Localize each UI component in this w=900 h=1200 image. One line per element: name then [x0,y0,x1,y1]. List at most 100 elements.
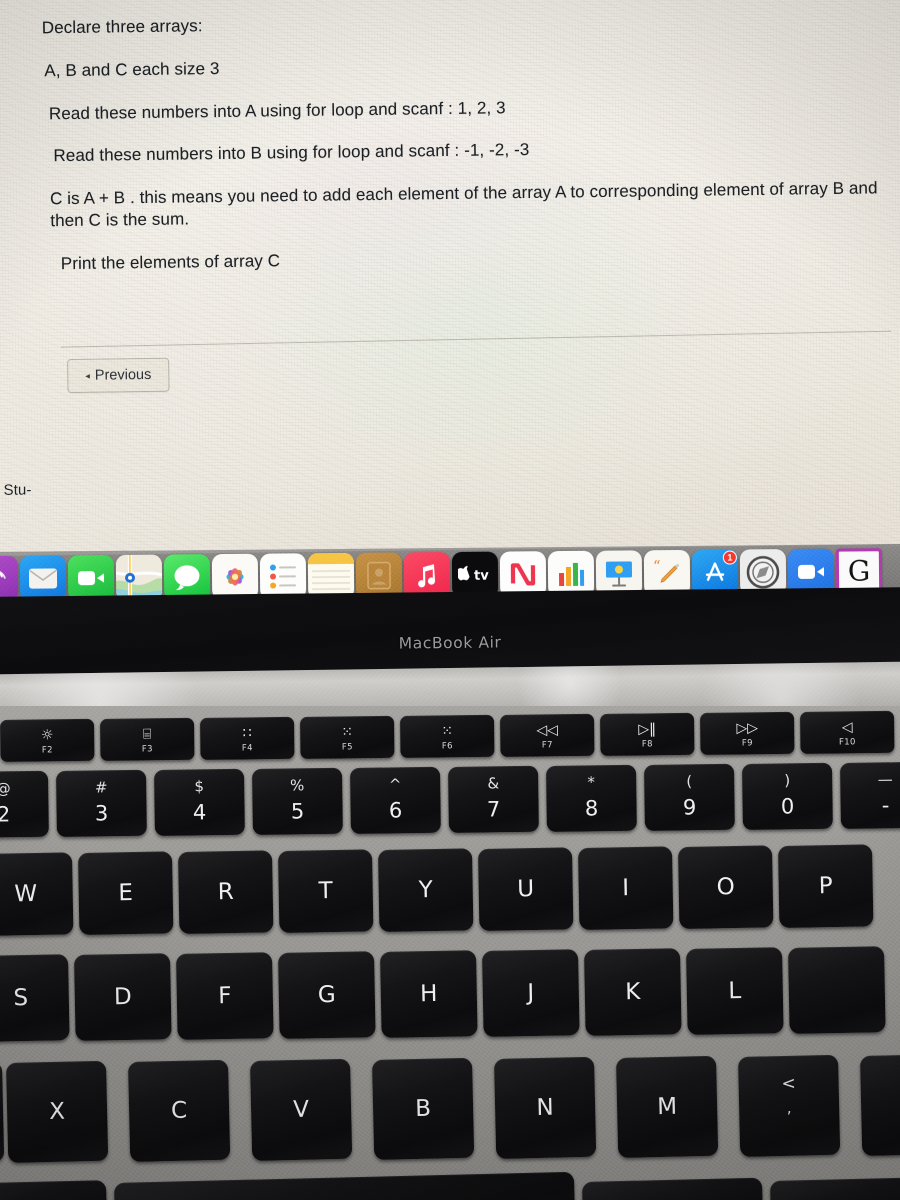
key-i[interactable]: I [578,846,674,930]
key-partial-4[interactable] [770,1177,900,1200]
contacts-icon [367,561,391,589]
key-5[interactable]: % 5 [252,767,343,835]
key-comma[interactable]: < , [738,1054,841,1157]
key-b-label: B [414,1095,432,1122]
mail-icon [28,567,58,589]
dock-item-reminders[interactable] [259,552,307,600]
key-k-label: K [625,978,641,1005]
key-0[interactable]: ) 0 [742,762,833,830]
key-3-shift-label: # [94,778,108,797]
key-partial-2[interactable] [114,1171,576,1200]
dock-item-contacts[interactable] [355,551,403,599]
key-f-label: F [217,982,232,1009]
key-8[interactable]: * 8 [546,764,637,832]
assignment-line-1: Declare three arrays: [41,16,203,38]
key-f6[interactable]: ⁙ F6 [400,714,495,758]
key-f3[interactable]: ⌸ F3 [100,717,195,761]
key-m[interactable]: M [616,1055,719,1158]
key-f9-label: F9 [741,738,753,749]
key-minus[interactable]: — - [840,761,900,829]
svg-text:“: “ [653,557,661,574]
key-5-label: 5 [290,799,305,824]
key-7[interactable]: & 7 [448,765,539,833]
dock-item-notes[interactable] [307,552,355,599]
key-i-label: I [622,874,630,901]
key-g[interactable]: G [278,951,376,1039]
fast-forward-icon: ▷▷ [736,720,759,737]
dock-item-mail[interactable] [19,554,67,602]
key-partial-1[interactable] [0,1180,108,1200]
key-t[interactable]: T [278,849,374,933]
key-less-than-label: < [781,1073,796,1095]
dock-item-podcasts[interactable] [0,555,19,602]
key-semicolon[interactable] [788,946,886,1034]
key-f7[interactable]: ◁◁ F7 [500,713,595,757]
key-x[interactable]: X [6,1060,109,1163]
keynote-icon [605,560,633,587]
key-partial-3[interactable] [582,1177,764,1200]
key-8-label: 8 [584,796,599,821]
key-6-shift-label: ^ [388,775,402,794]
key-w[interactable]: W [0,852,74,936]
key-9-label: 9 [682,795,697,820]
key-2[interactable]: @ 2 [0,770,49,838]
key-period[interactable]: > . [860,1053,900,1156]
key-e[interactable]: E [78,851,174,935]
key-f5-label: F5 [341,742,353,753]
key-3[interactable]: # 3 [56,769,147,837]
dock-item-facetime[interactable] [67,554,115,601]
key-f4[interactable]: ∷ F4 [200,716,295,760]
key-w-label: W [14,880,38,907]
key-f2[interactable]: ☼ F2 [0,718,95,762]
key-6[interactable]: ^ 6 [350,766,441,834]
key-z[interactable] [0,1061,5,1164]
key-o-label: O [716,873,735,900]
key-e-label: E [118,879,134,906]
key-4[interactable]: $ 4 [154,768,245,836]
dock-item-messages[interactable] [163,553,211,600]
key-n[interactable]: N [494,1056,597,1159]
key-c[interactable]: C [128,1059,231,1162]
key-f10[interactable]: ◁ F10 [800,710,895,754]
key-y[interactable]: Y [378,848,474,932]
key-p-label: P [818,872,833,899]
key-y-label: Y [418,876,433,903]
dock-item-maps[interactable] [115,554,163,601]
key-f9[interactable]: ▷▷ F9 [700,711,795,755]
key-g-label: G [317,981,336,1008]
podcasts-icon [0,569,6,579]
key-f5[interactable]: ⁙ F5 [300,715,395,759]
key-o[interactable]: O [678,845,774,929]
key-u[interactable]: U [478,847,574,931]
key-r[interactable]: R [178,850,274,934]
dock-item-apple-tv[interactable]: tv [451,551,499,598]
key-k[interactable]: K [584,948,682,1036]
previous-button-label: Previous [94,366,152,384]
key-b[interactable]: B [372,1057,475,1160]
key-n-label: N [536,1094,555,1121]
key-s[interactable]: S [0,954,70,1042]
key-j[interactable]: J [482,949,580,1037]
key-v[interactable]: V [250,1058,353,1161]
dock-item-music[interactable] [403,551,451,598]
key-f8[interactable]: ▷‖ F8 [600,712,695,756]
key-9[interactable]: ( 9 [644,763,735,831]
app-store-badge: 1 [722,549,737,565]
key-h[interactable]: H [380,950,478,1038]
mute-icon: ◁ [841,719,853,736]
previous-button[interactable]: ◂ Previous [67,357,170,394]
key-7-shift-label: & [487,774,500,793]
pages-icon: “ [653,557,680,583]
key-l[interactable]: L [686,947,784,1035]
dock-item-photos[interactable] [211,553,259,600]
assignment-line-4: Read these numbers into B using for loop… [53,140,530,166]
key-f[interactable]: F [176,952,274,1040]
key-d[interactable]: D [74,953,172,1041]
key-2-label: 2 [0,802,11,827]
keyboard-brightness-down-icon: ⁙ [341,724,354,741]
key-3-label: 3 [94,801,109,826]
key-f8-label: F8 [641,739,653,750]
key-p[interactable]: P [778,844,874,928]
key-8-shift-label: * [587,773,596,792]
mission-control-icon: ⌸ [142,726,152,743]
